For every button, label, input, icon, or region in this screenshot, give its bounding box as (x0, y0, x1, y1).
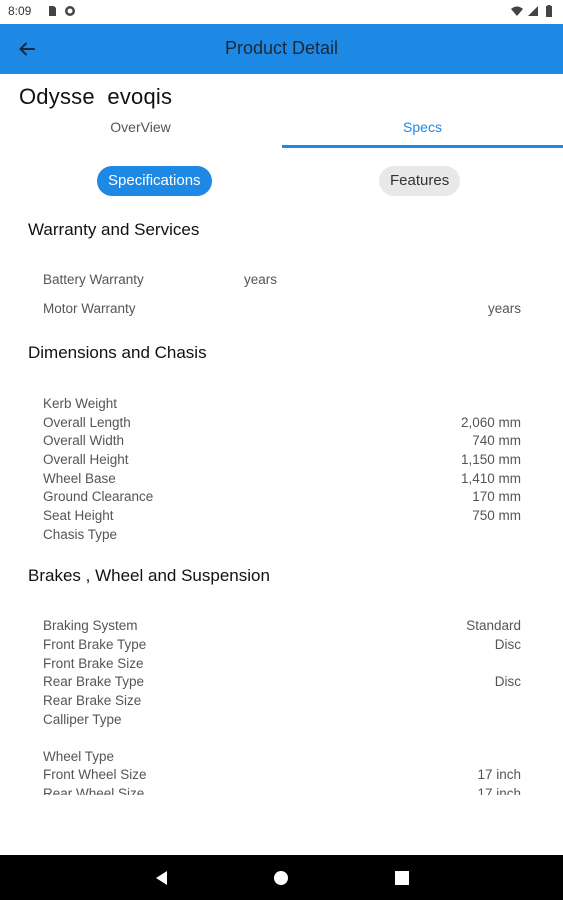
spec-label: Calliper Type (43, 712, 122, 727)
tab-active-indicator (282, 145, 563, 148)
signal-icon (528, 6, 538, 16)
spec-row-calliper-type: Calliper Type (43, 712, 521, 731)
spec-row-front-wheel-size: Front Wheel Size 17 inch (43, 767, 521, 786)
spec-label: Ground Clearance (43, 489, 154, 504)
spec-label: Kerb Weight (43, 396, 118, 411)
triangle-back-icon[interactable] (153, 869, 171, 887)
chip-features[interactable]: Features (379, 166, 461, 196)
product-name: Odysse evoqis (19, 84, 173, 109)
section-title-brakes: Brakes , Wheel and Suspension (28, 566, 270, 585)
spec-value: 1,410 mm (460, 471, 521, 486)
specs-list[interactable]: Warranty and Services Battery Warranty y… (0, 210, 563, 795)
spec-value: 170 mm (472, 489, 521, 504)
spec-row-wheel-base: Wheel Base 1,410 mm (43, 471, 521, 490)
spec-row-braking-system: Braking System Standard (43, 618, 521, 637)
spec-row-front-brake-type: Front Brake Type Disc (43, 637, 521, 656)
spec-row-overall-height: Overall Height 1,150 mm (43, 452, 521, 471)
status-notification-icons (46, 5, 76, 17)
status-system-icons (511, 5, 555, 17)
spec-label: Overall Length (43, 415, 131, 430)
spec-value: 1,150 mm (460, 452, 521, 467)
page-title: Product Detail (224, 38, 339, 58)
spec-label: Chasis Type (43, 527, 118, 542)
spec-label: Front Brake Size (43, 656, 144, 671)
chip-specifications[interactable]: Specifications (97, 166, 212, 196)
spec-label: Wheel Base (43, 471, 116, 486)
spec-row-chasis-type: Chasis Type (43, 527, 521, 546)
spec-value: Standard (466, 618, 521, 633)
battery-icon (546, 5, 552, 17)
spec-value: Disc (494, 637, 521, 652)
section-title-warranty: Warranty and Services (28, 220, 200, 239)
spec-row-rear-brake-type: Rear Brake Type Disc (43, 674, 521, 693)
spec-label: Front Wheel Size (43, 767, 147, 782)
spec-label: Rear Wheel Size (43, 786, 145, 795)
spec-label: Front Brake Type (43, 637, 147, 652)
spec-label: Wheel Type (43, 749, 115, 764)
spec-row-rear-brake-size: Rear Brake Size (43, 693, 521, 712)
spec-label: Overall Height (43, 452, 129, 467)
circle-home-icon[interactable] (272, 869, 290, 887)
sim-card-icon (49, 6, 56, 16)
spec-label: Seat Height (43, 508, 114, 523)
spec-label: Battery Warranty (43, 272, 144, 287)
spec-row-front-brake-size: Front Brake Size (43, 656, 521, 675)
spec-row-motor-warranty: Motor Warranty years (43, 301, 521, 320)
status-bar: 8:09 (0, 0, 563, 24)
system-nav-bar (0, 855, 563, 900)
spec-value: 2,060 mm (460, 415, 521, 430)
spec-label: Rear Brake Size (43, 693, 142, 708)
spec-row-rear-wheel-size: Rear Wheel Size 17 inch (43, 786, 521, 795)
tab-overview[interactable]: OverView (0, 114, 281, 150)
spec-row-overall-width: Overall Width 740 mm (43, 433, 521, 452)
spec-row-ground-clearance: Ground Clearance 170 mm (43, 489, 521, 508)
spec-row-kerb-weight: Kerb Weight (43, 396, 521, 415)
wifi-icon (511, 6, 523, 16)
spec-row-wheel-type: Wheel Type (43, 749, 521, 768)
spec-row-seat-height: Seat Height 750 mm (43, 508, 521, 527)
spec-value: 17 inch (477, 786, 521, 795)
spec-value: years (487, 301, 521, 316)
spec-value: 740 mm (472, 433, 521, 448)
spec-label: Braking System (43, 618, 138, 633)
spec-value: Disc (494, 674, 521, 689)
spec-value: 750 mm (472, 508, 521, 523)
status-time: 8:09 (8, 4, 32, 18)
spec-label: Rear Brake Type (43, 674, 145, 689)
spec-label: Motor Warranty (43, 301, 136, 316)
spec-row-battery-warranty: Battery Warranty years (43, 272, 521, 291)
sync-icon (65, 6, 75, 16)
spec-value: 17 inch (477, 767, 521, 782)
section-title-dimensions: Dimensions and Chasis (28, 343, 207, 362)
app-bar: Product Detail (0, 24, 563, 74)
spec-label: Overall Width (43, 433, 125, 448)
spec-row-overall-length: Overall Length 2,060 mm (43, 415, 521, 434)
spec-value: years (244, 272, 278, 287)
square-recent-icon[interactable] (393, 869, 411, 887)
tab-bar: OverView Specs (0, 114, 563, 150)
